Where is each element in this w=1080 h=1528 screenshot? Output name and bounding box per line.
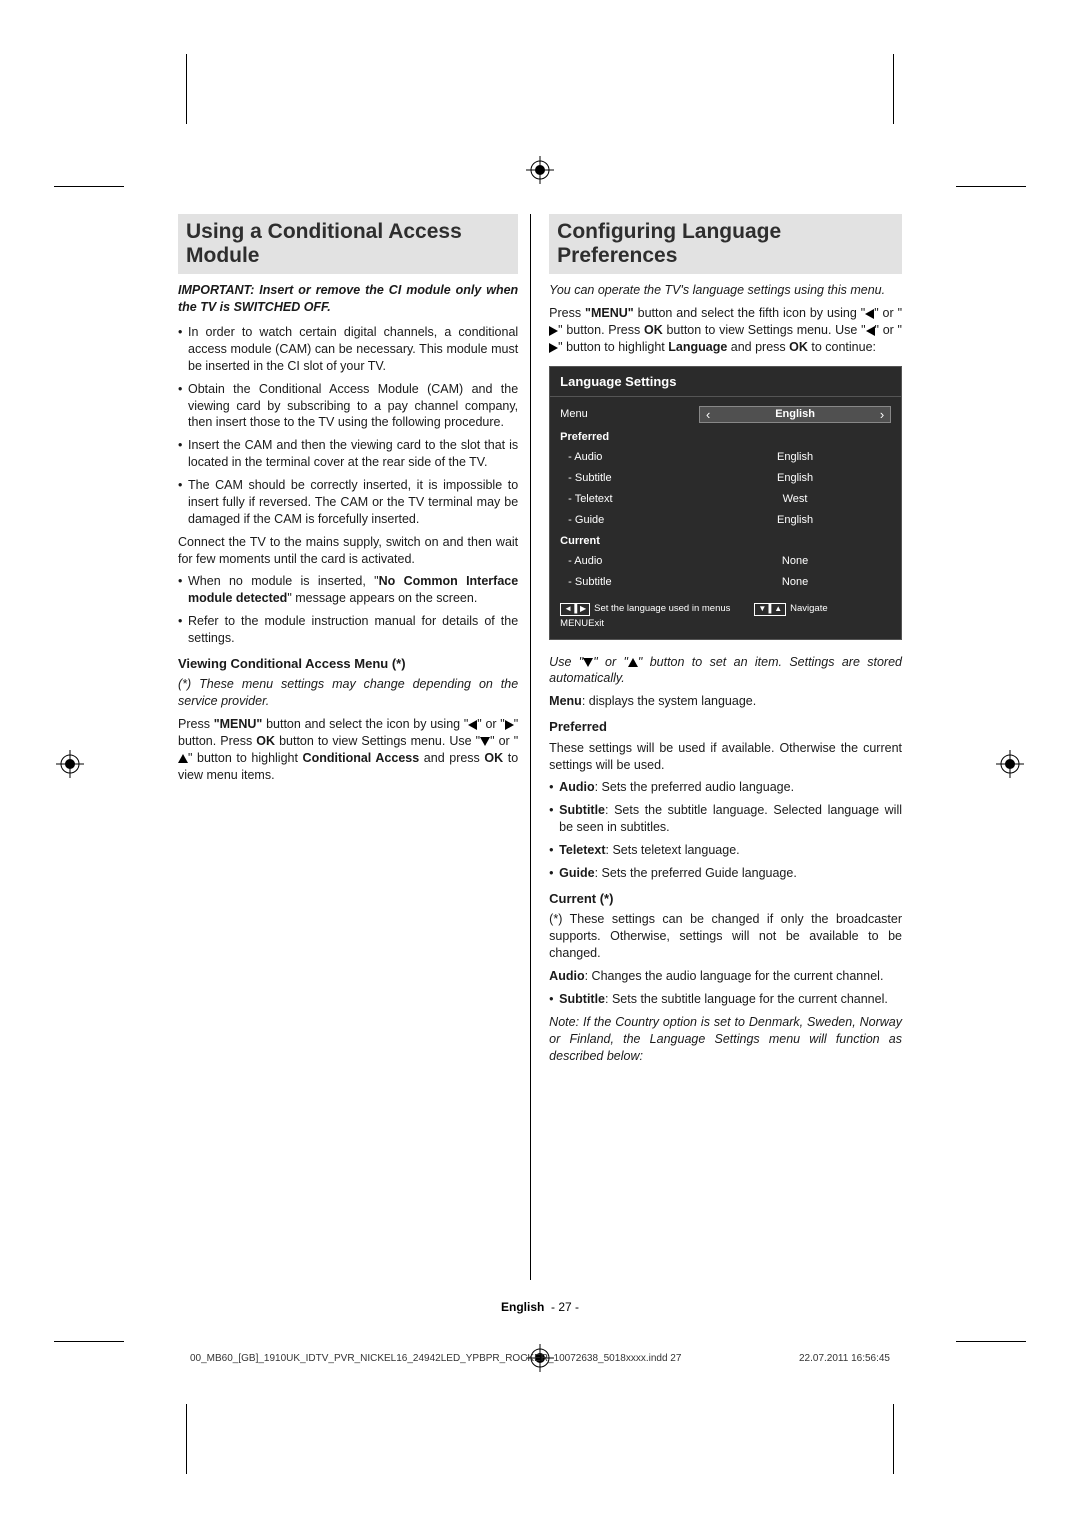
crop-mark	[54, 186, 124, 187]
list-item: The CAM should be correctly inserted, it…	[178, 477, 518, 528]
arrow-up-icon	[178, 754, 188, 763]
print-metadata: 00_MB60_[GB]_1910UK_IDTV_PVR_NICKEL16_24…	[190, 1353, 890, 1364]
arrow-left-icon	[468, 720, 477, 730]
registration-mark-icon	[996, 750, 1024, 778]
print-file: 00_MB60_[GB]_1910UK_IDTV_PVR_NICKEL16_24…	[190, 1353, 681, 1364]
current-desc: (*) These settings can be changed if onl…	[549, 911, 902, 962]
list-item: Audio: Sets the preferred audio language…	[549, 779, 902, 796]
heading-conditional-access: Using a Conditional Access Module	[178, 214, 518, 274]
service-provider-note: (*) These menu settings may change depen…	[178, 676, 518, 710]
preferred-desc: These settings will be used if available…	[549, 740, 902, 774]
osd-menu-value: ‹ English ›	[699, 406, 891, 423]
arrow-left-icon	[865, 309, 874, 319]
arrow-left-icon	[866, 326, 875, 336]
arrow-right-icon	[549, 343, 558, 353]
arrow-right-icon	[505, 720, 514, 730]
arrow-right-icon	[549, 326, 558, 336]
arrow-down-icon	[480, 737, 490, 746]
connect-para: Connect the TV to the mains supply, swit…	[178, 534, 518, 568]
osd-group-preferred: Preferred	[560, 426, 891, 447]
left-column: Using a Conditional Access Module IMPORT…	[178, 214, 531, 1280]
osd-footer-exit: MENUExit	[550, 618, 901, 635]
list-item: In order to watch certain digital channe…	[178, 324, 518, 375]
osd-row: - AudioEnglish	[560, 447, 891, 468]
current-list: Subtitle: Sets the subtitle language for…	[549, 991, 902, 1008]
nav-arrows-icon: ◄ ▌▶	[560, 603, 590, 616]
important-note: IMPORTANT: Insert or remove the CI modul…	[178, 282, 518, 316]
list-item: When no module is inserted, "No Common I…	[178, 573, 518, 607]
crop-mark	[186, 1404, 187, 1474]
osd-row: - AudioNone	[560, 551, 891, 572]
menu-key-icon: MENU	[560, 618, 588, 629]
crop-mark	[54, 1341, 124, 1342]
list-item: Subtitle: Sets the subtitle language. Se…	[549, 802, 902, 836]
crop-mark	[186, 54, 187, 124]
language-settings-osd: Language Settings Menu ‹ English › Prefe…	[549, 366, 902, 640]
heading-language-prefs: Configuring Language Preferences	[549, 214, 902, 274]
cam-notes-list: When no module is inserted, "No Common I…	[178, 573, 518, 647]
press-instructions: Press "MENU" button and select the fifth…	[549, 305, 902, 356]
registration-mark-icon	[526, 156, 554, 184]
print-timestamp: 22.07.2011 16:56:45	[799, 1353, 890, 1364]
subheading-preferred: Preferred	[549, 718, 902, 736]
crop-mark	[956, 1341, 1026, 1342]
osd-row: - TeletextWest	[560, 489, 891, 510]
osd-footer: ◄ ▌▶Set the language used in menus ▼ ▌▲N…	[550, 595, 901, 618]
osd-group-current: Current	[560, 530, 891, 551]
list-item: Obtain the Conditional Access Module (CA…	[178, 381, 518, 432]
chevron-left-icon: ‹	[700, 408, 716, 421]
osd-row: - SubtitleEnglish	[560, 468, 891, 489]
nav-updown-icon: ▼ ▌▲	[754, 603, 786, 616]
list-item: Insert the CAM and then the viewing card…	[178, 437, 518, 471]
subheading-viewing-menu: Viewing Conditional Access Menu (*)	[178, 655, 518, 673]
lang-intro: You can operate the TV's language settin…	[549, 282, 902, 299]
preferred-list: Audio: Sets the preferred audio language…	[549, 779, 902, 881]
list-item: Guide: Sets the preferred Guide language…	[549, 865, 902, 882]
arrow-down-icon	[583, 658, 593, 667]
country-note: Note: If the Country option is set to De…	[549, 1014, 902, 1065]
osd-row: - SubtitleNone	[560, 572, 891, 593]
menu-desc: Menu: displays the system language.	[549, 693, 902, 710]
cam-steps-list: In order to watch certain digital channe…	[178, 324, 518, 528]
registration-mark-icon	[56, 750, 84, 778]
press-instructions: Press "MENU" button and select the icon …	[178, 716, 518, 784]
osd-row: - GuideEnglish	[560, 510, 891, 531]
current-audio: Audio: Changes the audio language for th…	[549, 968, 902, 985]
right-column: Configuring Language Preferences You can…	[549, 214, 902, 1280]
osd-menu-row: Menu ‹ English ›	[560, 403, 891, 426]
subheading-current: Current (*)	[549, 890, 902, 908]
list-item: Subtitle: Sets the subtitle language for…	[549, 991, 902, 1008]
crop-mark	[956, 186, 1026, 187]
use-instruction: Use "" or "" button to set an item. Sett…	[549, 654, 902, 688]
crop-mark	[893, 1404, 894, 1474]
osd-title: Language Settings	[550, 367, 901, 398]
list-item: Teletext: Sets teletext language.	[549, 842, 902, 859]
page-content: Using a Conditional Access Module IMPORT…	[178, 214, 902, 1314]
arrow-up-icon	[628, 658, 638, 667]
page-footer: English - 27 -	[178, 1300, 902, 1314]
list-item: Refer to the module instruction manual f…	[178, 613, 518, 647]
crop-mark	[893, 54, 894, 124]
chevron-right-icon: ›	[874, 408, 890, 421]
